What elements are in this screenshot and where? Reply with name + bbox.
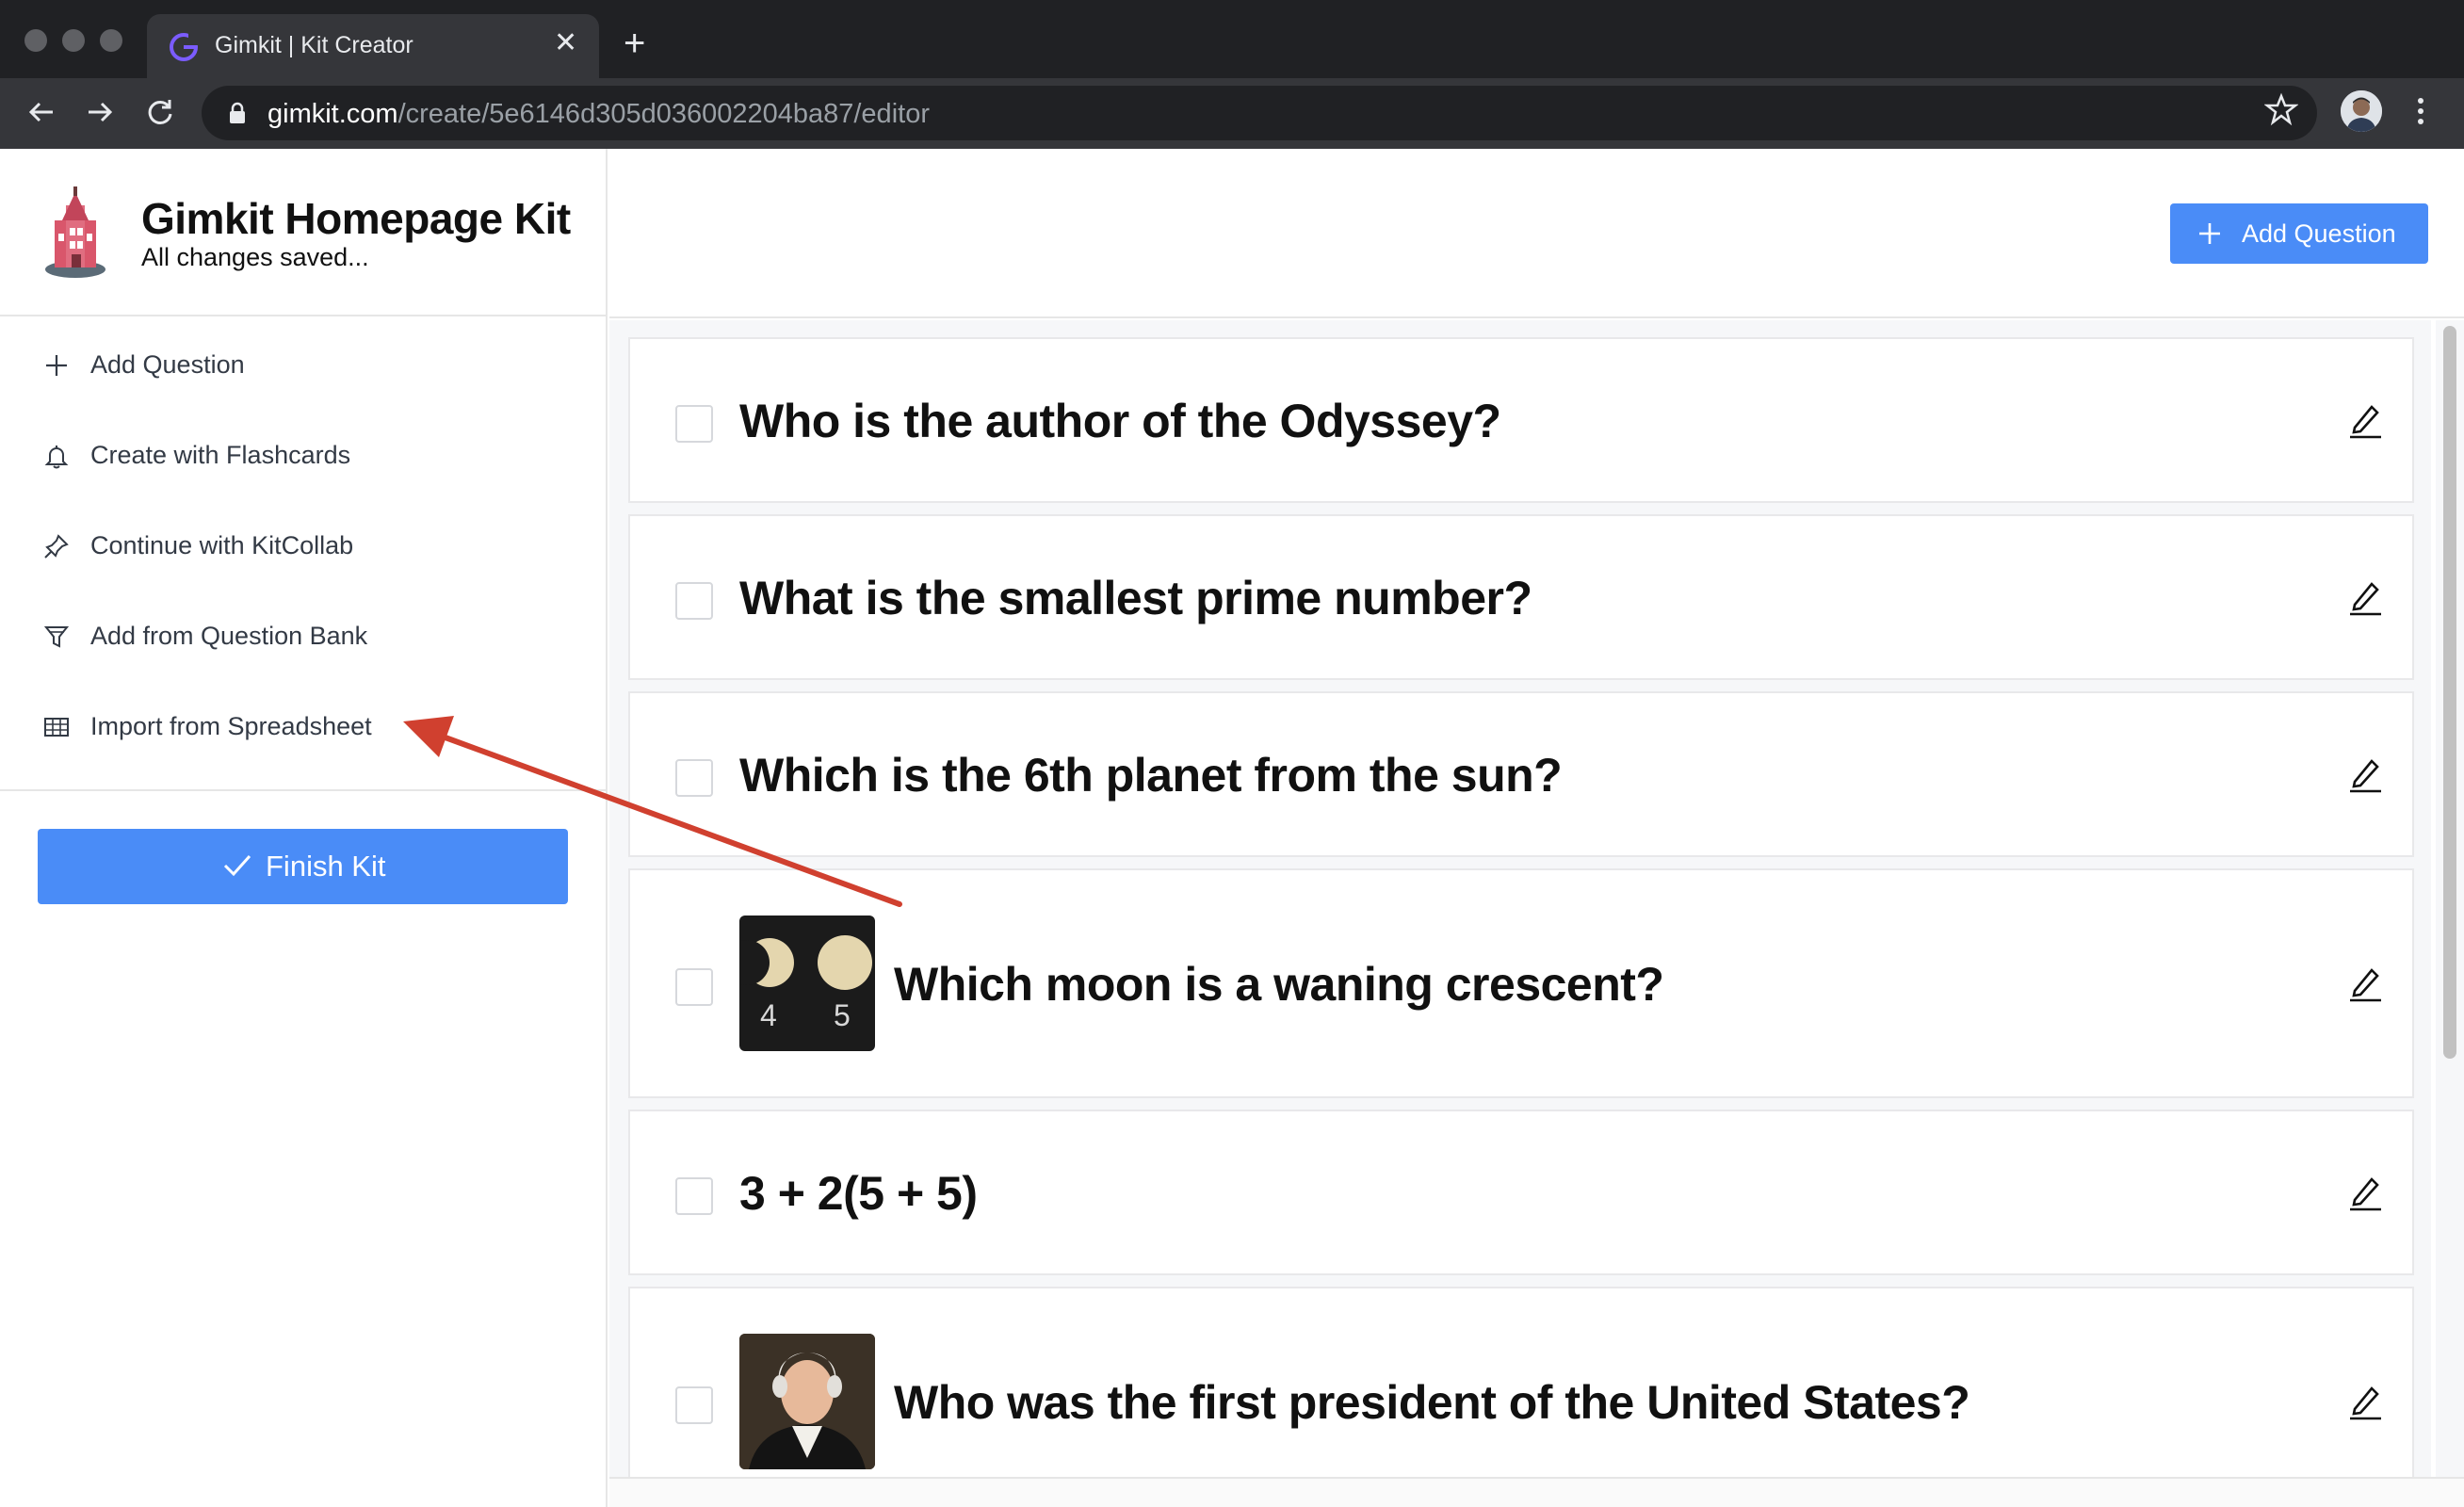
funnel-icon bbox=[43, 626, 70, 648]
window-minimize-dot[interactable] bbox=[62, 29, 85, 52]
pin-icon bbox=[44, 534, 69, 559]
moon-phases-image: 4 5 bbox=[739, 916, 875, 1051]
window-zoom-dot[interactable] bbox=[100, 29, 122, 52]
finish-kit-label: Finish Kit bbox=[266, 850, 386, 883]
editor-top-bar: Add Question bbox=[609, 149, 2464, 318]
question-text: 3 + 2(5 + 5) bbox=[739, 1167, 978, 1220]
question-list: Who is the author of the Odyssey? What i… bbox=[609, 320, 2431, 1477]
question-card[interactable]: Who is the author of the Odyssey? bbox=[628, 337, 2414, 503]
question-checkbox[interactable] bbox=[675, 1177, 713, 1215]
scrollbar-thumb[interactable] bbox=[2443, 326, 2456, 1059]
question-text: Which is the 6th planet from the sun? bbox=[739, 749, 1563, 802]
save-status: All changes saved... bbox=[141, 243, 369, 271]
bell-icon bbox=[44, 446, 69, 469]
question-checkbox[interactable] bbox=[675, 405, 713, 443]
sidebar-item-label: Add Question bbox=[90, 350, 245, 379]
window-close-dot[interactable] bbox=[24, 29, 47, 52]
address-bar[interactable]: gimkit.com/create/5e6146d305d036002204ba… bbox=[202, 86, 2317, 140]
question-checkbox[interactable] bbox=[675, 582, 713, 620]
kit-logo-icon bbox=[45, 186, 105, 278]
new-tab-icon[interactable]: + bbox=[624, 24, 645, 62]
browser-chrome: Gimkit | Kit Creator ✕ + gimkit.com/crea… bbox=[0, 0, 2464, 149]
sidebar-item-label: Add from Question Bank bbox=[90, 622, 368, 650]
url-text: gimkit.com/create/5e6146d305d036002204ba… bbox=[267, 99, 930, 129]
moon-label: 5 bbox=[834, 998, 851, 1032]
reload-icon[interactable] bbox=[143, 95, 177, 129]
question-card[interactable]: Who was the first president of the Unite… bbox=[628, 1287, 2414, 1477]
pencil-icon[interactable] bbox=[2347, 1174, 2383, 1211]
question-checkbox[interactable] bbox=[675, 968, 713, 1006]
question-text: What is the smallest prime number? bbox=[739, 572, 1532, 624]
sidebar-item-label: Continue with KitCollab bbox=[90, 531, 354, 559]
sidebar-item-add-question[interactable]: Add Question bbox=[0, 318, 606, 409]
sidebar: Gimkit Homepage Kit All changes saved...… bbox=[0, 149, 608, 1507]
sidebar-divider bbox=[0, 789, 606, 791]
sidebar-item-label: Import from Spreadsheet bbox=[90, 712, 372, 740]
check-icon bbox=[223, 854, 251, 877]
back-arrow-icon[interactable] bbox=[24, 95, 58, 129]
forward-arrow-icon[interactable] bbox=[83, 95, 117, 129]
lock-icon bbox=[230, 102, 245, 123]
pencil-icon[interactable] bbox=[2347, 401, 2383, 439]
sidebar-item-question-bank[interactable]: Add from Question Bank bbox=[0, 590, 606, 680]
sidebar-item-spreadsheet[interactable]: Import from Spreadsheet bbox=[0, 680, 606, 770]
question-card[interactable]: 3 + 2(5 + 5) bbox=[628, 1110, 2414, 1275]
question-text: Who was the first president of the Unite… bbox=[894, 1376, 1970, 1429]
nav-bar: gimkit.com/create/5e6146d305d036002204ba… bbox=[0, 78, 2464, 149]
vertical-scrollbar[interactable] bbox=[2436, 320, 2464, 1477]
gimkit-favicon-icon bbox=[170, 33, 198, 61]
browser-menu-icon[interactable] bbox=[2415, 94, 2426, 128]
question-checkbox[interactable] bbox=[675, 1386, 713, 1424]
pencil-icon[interactable] bbox=[2347, 964, 2383, 1002]
add-question-label: Add Question bbox=[2242, 219, 2396, 248]
kit-header: Gimkit Homepage Kit All changes saved... bbox=[0, 149, 606, 316]
pencil-icon[interactable] bbox=[2347, 1383, 2383, 1420]
question-text: Who is the author of the Odyssey? bbox=[739, 395, 1501, 447]
tab-title: Gimkit | Kit Creator bbox=[215, 32, 413, 58]
browser-tab[interactable]: Gimkit | Kit Creator ✕ bbox=[147, 14, 599, 78]
question-card[interactable]: What is the smallest prime number? bbox=[628, 514, 2414, 680]
kit-title: Gimkit Homepage Kit bbox=[141, 194, 571, 243]
bookmark-star-icon[interactable] bbox=[2264, 92, 2298, 126]
sidebar-item-kitcollab[interactable]: Continue with KitCollab bbox=[0, 499, 606, 590]
table-icon bbox=[44, 718, 69, 737]
question-card[interactable]: Which is the 6th planet from the sun? bbox=[628, 691, 2414, 857]
pencil-icon[interactable] bbox=[2347, 755, 2383, 793]
tab-close-icon[interactable]: ✕ bbox=[554, 29, 577, 57]
question-text: Which moon is a waning crescent? bbox=[894, 958, 1664, 1011]
profile-avatar[interactable] bbox=[2341, 90, 2382, 132]
question-checkbox[interactable] bbox=[675, 759, 713, 797]
pencil-icon[interactable] bbox=[2347, 578, 2383, 616]
bottom-scroll-area bbox=[609, 1477, 2464, 1507]
add-question-button[interactable]: Add Question bbox=[2170, 203, 2428, 264]
question-card[interactable]: 4 5 Which moon is a waning crescent? bbox=[628, 868, 2414, 1098]
plus-icon bbox=[46, 355, 67, 376]
sidebar-item-flashcards[interactable]: Create with Flashcards bbox=[0, 409, 606, 499]
finish-kit-button[interactable]: Finish Kit bbox=[38, 829, 568, 904]
tab-strip: Gimkit | Kit Creator ✕ + bbox=[0, 0, 2464, 78]
moon-label: 4 bbox=[760, 998, 777, 1032]
president-portrait-image bbox=[739, 1334, 875, 1469]
sidebar-item-label: Create with Flashcards bbox=[90, 441, 351, 469]
plus-icon bbox=[2199, 223, 2220, 244]
